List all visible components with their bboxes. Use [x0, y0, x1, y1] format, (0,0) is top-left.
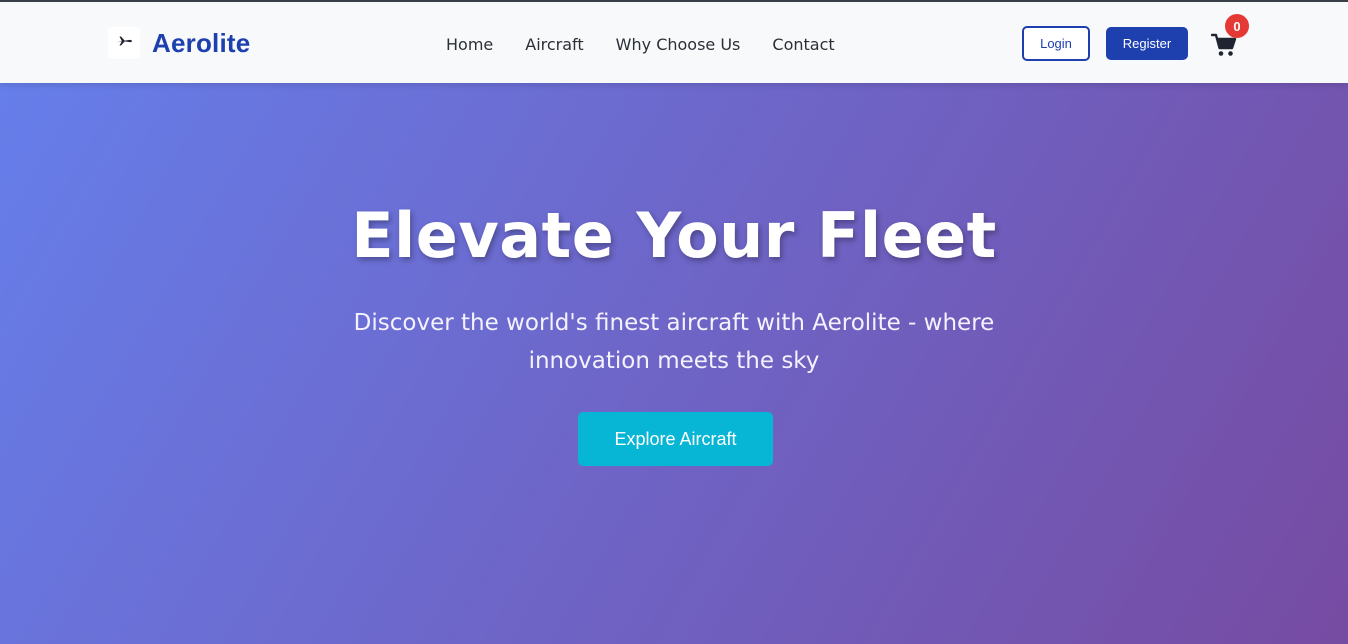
nav-item-why-choose-us[interactable]: Why Choose Us — [616, 35, 741, 54]
airplane-icon — [115, 32, 133, 54]
brand[interactable]: Aerolite — [108, 27, 250, 59]
hero-title: Elevate Your Fleet — [351, 199, 997, 272]
brand-name: Aerolite — [152, 27, 251, 58]
cart-count-badge: 0 — [1225, 14, 1249, 38]
nav-item-contact[interactable]: Contact — [772, 35, 834, 54]
nav-item-aircraft[interactable]: Aircraft — [525, 35, 583, 54]
login-button[interactable]: Login — [1022, 26, 1090, 61]
hero-subtitle: Discover the world's finest aircraft wit… — [353, 310, 995, 374]
nav-item-home[interactable]: Home — [446, 35, 493, 54]
register-button[interactable]: Register — [1106, 27, 1188, 60]
site-header: Aerolite Home Aircraft Why Choose Us Con… — [0, 2, 1348, 83]
logo — [108, 27, 140, 59]
hero-section: Elevate Your Fleet Discover the world's … — [0, 83, 1348, 644]
explore-aircraft-button[interactable]: Explore Aircraft — [578, 412, 773, 466]
main-nav: Home Aircraft Why Choose Us Contact — [446, 33, 835, 55]
